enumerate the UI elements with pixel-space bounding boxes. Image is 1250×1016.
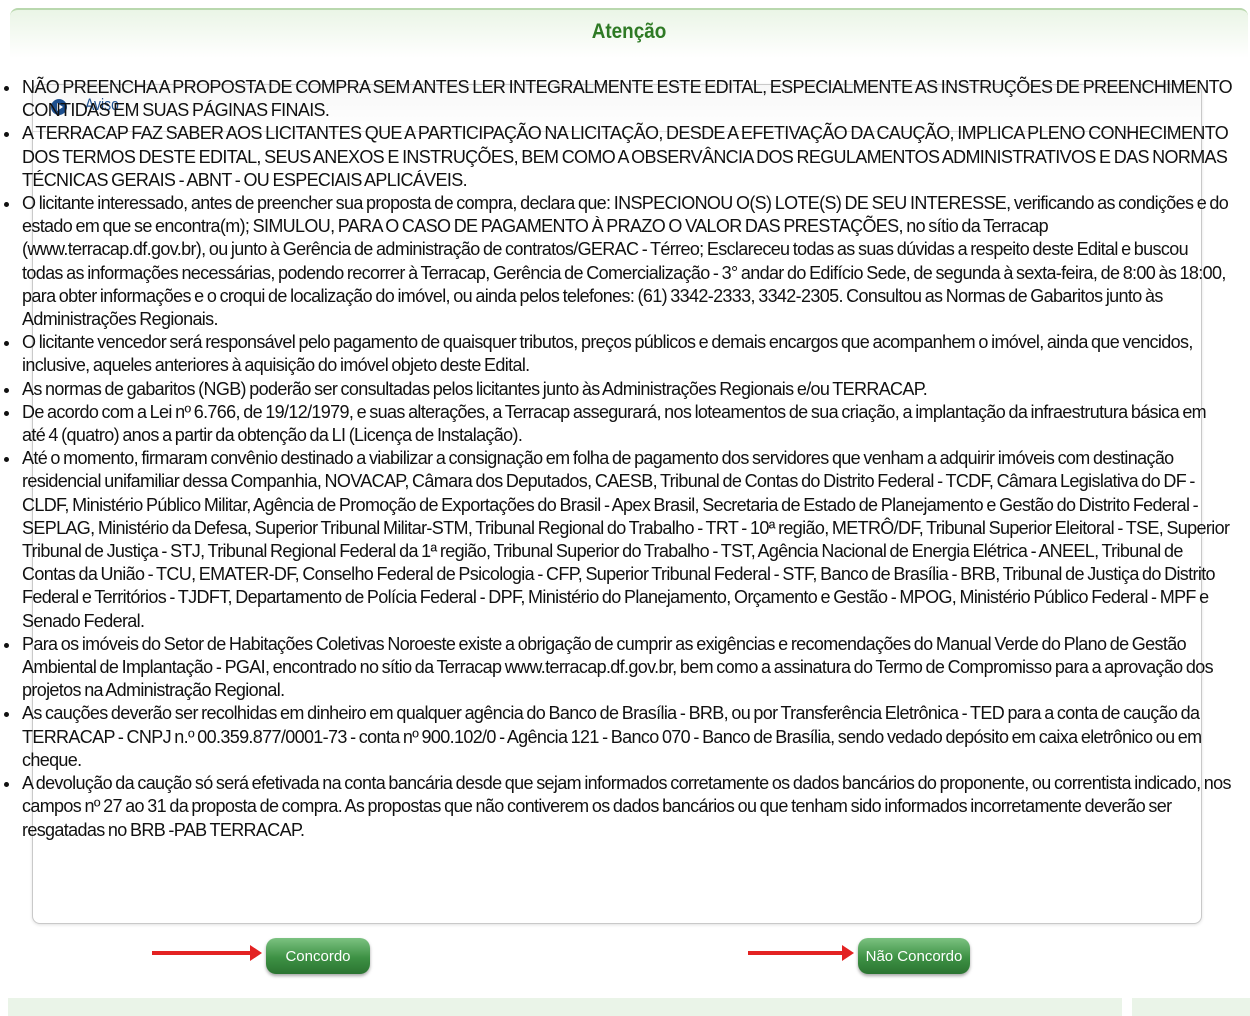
notice-list: NÃO PREENCHA A PROPOSTA DE COMPRA SEM AN… (0, 76, 1233, 842)
list-item: O licitante vencedor será responsável pe… (0, 331, 1232, 377)
list-item: As cauções deverão ser recolhidas em din… (0, 702, 1232, 772)
arrow-right-icon (748, 945, 854, 961)
list-item: O licitante interessado, antes de preenc… (0, 192, 1232, 331)
disagree-button[interactable]: Não Concordo (858, 938, 970, 974)
agree-button[interactable]: Concordo (266, 938, 370, 974)
arrow-right-icon (152, 945, 262, 961)
footer-bar (8, 998, 1122, 1016)
list-item: Para os imóveis do Setor de Habitações C… (0, 633, 1232, 703)
list-item: NÃO PREENCHA A PROPOSTA DE COMPRA SEM AN… (0, 76, 1233, 122)
title-bar: Atenção (10, 8, 1248, 58)
list-item: As normas de gabaritos (NGB) poderão ser… (0, 378, 1232, 401)
list-item: A devolução da caução só será efetivada … (0, 772, 1232, 842)
list-item: Até o momento, firmaram convênio destina… (0, 447, 1232, 633)
page-title: Atenção (591, 20, 667, 43)
list-item: De acordo com a Lei nº 6.766, de 19/12/1… (0, 401, 1232, 447)
list-item: A TERRACAP FAZ SABER AOS LICITANTES QUE … (0, 122, 1232, 192)
footer-bar-right (1132, 998, 1250, 1016)
